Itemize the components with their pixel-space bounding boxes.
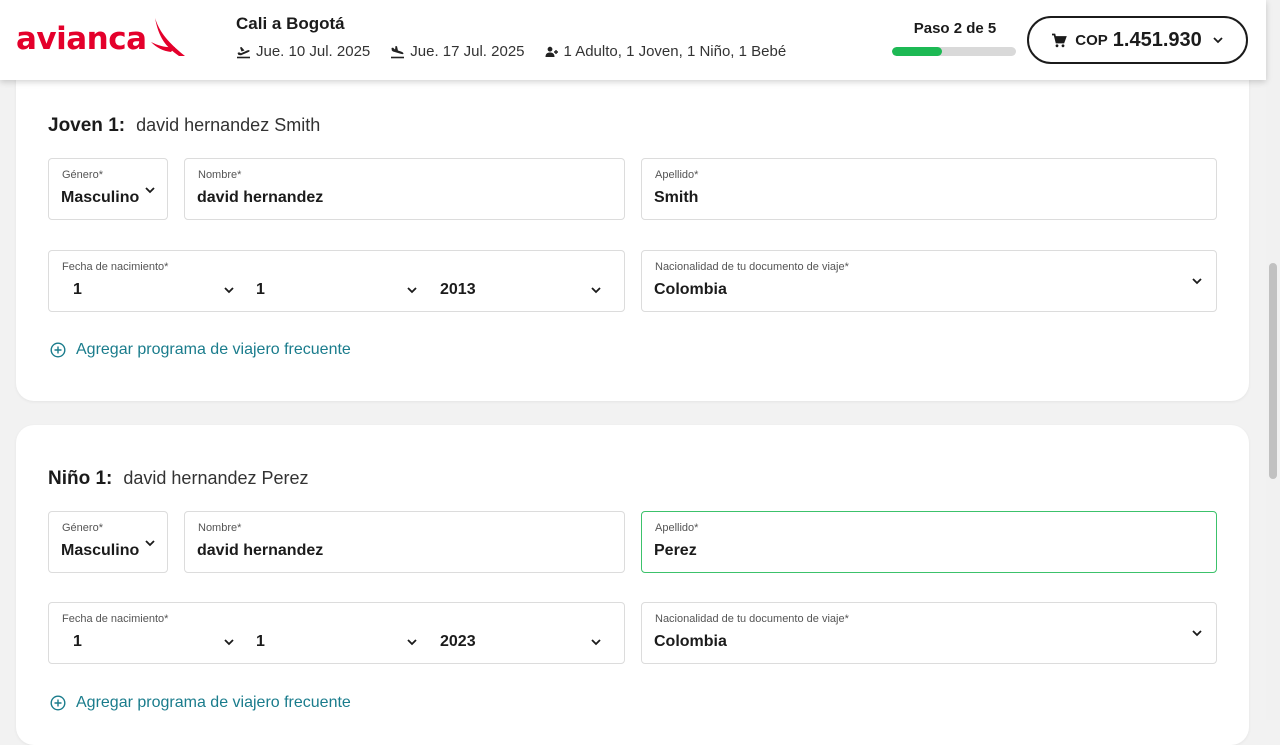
passenger-heading: Joven 1: david hernandez Smith xyxy=(48,115,320,137)
nationality-select[interactable]: Nacionalidad de tu documento de viaje* C… xyxy=(641,250,1217,312)
chevron-down-icon xyxy=(1192,278,1202,285)
birth-date-field[interactable]: Fecha de nacimiento* 1 1 2013 xyxy=(48,250,625,312)
chevron-down-icon xyxy=(591,287,601,294)
birth-day-value[interactable]: 1 xyxy=(73,633,82,651)
frequent-flyer-label: Agregar programa de viajero frecuente xyxy=(76,341,351,358)
birth-date-field[interactable]: Fecha de nacimiento* 1 1 2023 xyxy=(48,602,625,664)
step-label: Paso 2 de 5 xyxy=(913,20,997,37)
chevron-down-icon xyxy=(224,287,234,294)
trip-summary: Cali a Bogotá Jue. 10 Jul. 2025 Jue. 17 … xyxy=(236,14,806,60)
birth-date-label: Fecha de nacimiento* xyxy=(62,613,169,625)
passenger-card-nino: Niño 1: david hernandez Perez Género* Ma… xyxy=(16,425,1249,745)
passenger-card-joven: Joven 1: david hernandez Smith Género* M… xyxy=(16,60,1249,401)
add-frequent-flyer-link[interactable]: Agregar programa de viajero frecuente xyxy=(50,341,351,359)
scrollbar-thumb[interactable] xyxy=(1269,263,1277,479)
cart-currency: COP xyxy=(1075,31,1108,49)
first-name-label: Nombre* xyxy=(198,169,242,181)
passengers-icon xyxy=(545,46,558,57)
nationality-label: Nacionalidad de tu documento de viaje* xyxy=(655,613,849,625)
gender-value: Masculino xyxy=(61,189,140,206)
passengers-summary: 1 Adulto, 1 Joven, 1 Niño, 1 Bebé xyxy=(563,43,787,60)
avianca-bird-icon xyxy=(150,18,185,56)
chevron-down-icon xyxy=(224,639,234,646)
last-name-value: Perez xyxy=(654,542,697,559)
last-name-label: Apellido* xyxy=(655,169,699,181)
passenger-type-label: Joven 1: xyxy=(48,115,126,136)
nationality-value: Colombia xyxy=(654,281,727,298)
nationality-value: Colombia xyxy=(654,633,727,650)
cart-amount: 1.451.930 xyxy=(1112,28,1202,51)
frequent-flyer-label: Agregar programa de viajero frecuente xyxy=(76,694,351,711)
logo-wordmark: avianca xyxy=(16,21,147,57)
top-header: avianca Cali a Bogotá Jue. 10 Jul. 2025 xyxy=(0,0,1266,80)
gender-select[interactable]: Género* Masculino xyxy=(48,158,168,220)
birth-date-label: Fecha de nacimiento* xyxy=(62,261,169,273)
return-date: Jue. 17 Jul. 2025 xyxy=(410,43,525,60)
plane-takeoff-icon xyxy=(237,46,250,58)
birth-year-value[interactable]: 2013 xyxy=(440,281,476,299)
gender-value: Masculino xyxy=(61,542,140,559)
birth-month-value[interactable]: 1 xyxy=(256,281,265,299)
chevron-down-icon xyxy=(1213,37,1223,44)
return-info: Jue. 17 Jul. 2025 xyxy=(390,43,525,60)
passenger-full-name: david hernandez Smith xyxy=(136,115,321,135)
cart-button[interactable]: COP 1.451.930 xyxy=(1027,16,1248,64)
first-name-field[interactable]: Nombre* david hernandez xyxy=(184,511,625,573)
birth-day-value[interactable]: 1 xyxy=(73,281,82,299)
step-progress-fill xyxy=(892,47,942,56)
gender-select[interactable]: Género* Masculino xyxy=(48,511,168,573)
last-name-field[interactable]: Apellido* Smith xyxy=(641,158,1217,220)
plus-circle-icon xyxy=(50,695,66,711)
passenger-type-label: Niño 1: xyxy=(48,468,113,489)
step-progress-bar xyxy=(892,47,1016,56)
gender-label: Género* xyxy=(62,169,103,181)
birth-year-value[interactable]: 2023 xyxy=(440,633,476,651)
chevron-down-icon xyxy=(591,639,601,646)
plus-circle-icon xyxy=(50,342,66,358)
last-name-label: Apellido* xyxy=(655,522,699,534)
page-scrollbar[interactable] xyxy=(1266,0,1280,720)
cart-icon xyxy=(1052,33,1068,47)
birth-month-value[interactable]: 1 xyxy=(256,633,265,651)
first-name-value: david hernandez xyxy=(197,542,324,559)
chevron-down-icon xyxy=(1192,630,1202,637)
passenger-full-name: david hernandez Perez xyxy=(123,468,309,488)
chevron-down-icon xyxy=(145,540,155,547)
nationality-label: Nacionalidad de tu documento de viaje* xyxy=(655,261,849,273)
departure-date: Jue. 10 Jul. 2025 xyxy=(256,43,371,60)
add-frequent-flyer-link[interactable]: Agregar programa de viajero frecuente xyxy=(50,694,351,712)
passenger-heading: Niño 1: david hernandez Perez xyxy=(48,468,309,490)
nationality-select[interactable]: Nacionalidad de tu documento de viaje* C… xyxy=(641,602,1217,664)
departure-info: Jue. 10 Jul. 2025 xyxy=(236,43,370,60)
plane-landing-icon xyxy=(391,45,405,58)
chevron-down-icon xyxy=(145,187,155,194)
step-indicator: Paso 2 de 5 xyxy=(892,20,1018,56)
chevron-down-icon xyxy=(407,639,417,646)
first-name-value: david hernandez xyxy=(197,189,324,206)
passengers-info: 1 Adulto, 1 Joven, 1 Niño, 1 Bebé xyxy=(545,43,787,60)
route-title: Cali a Bogotá xyxy=(236,14,345,33)
first-name-field[interactable]: Nombre* david hernandez xyxy=(184,158,625,220)
gender-label: Género* xyxy=(62,522,103,534)
last-name-value: Smith xyxy=(654,189,699,206)
chevron-down-icon xyxy=(407,287,417,294)
first-name-label: Nombre* xyxy=(198,522,242,534)
last-name-field[interactable]: Apellido* Perez xyxy=(641,511,1217,573)
avianca-logo[interactable]: avianca xyxy=(16,18,187,60)
